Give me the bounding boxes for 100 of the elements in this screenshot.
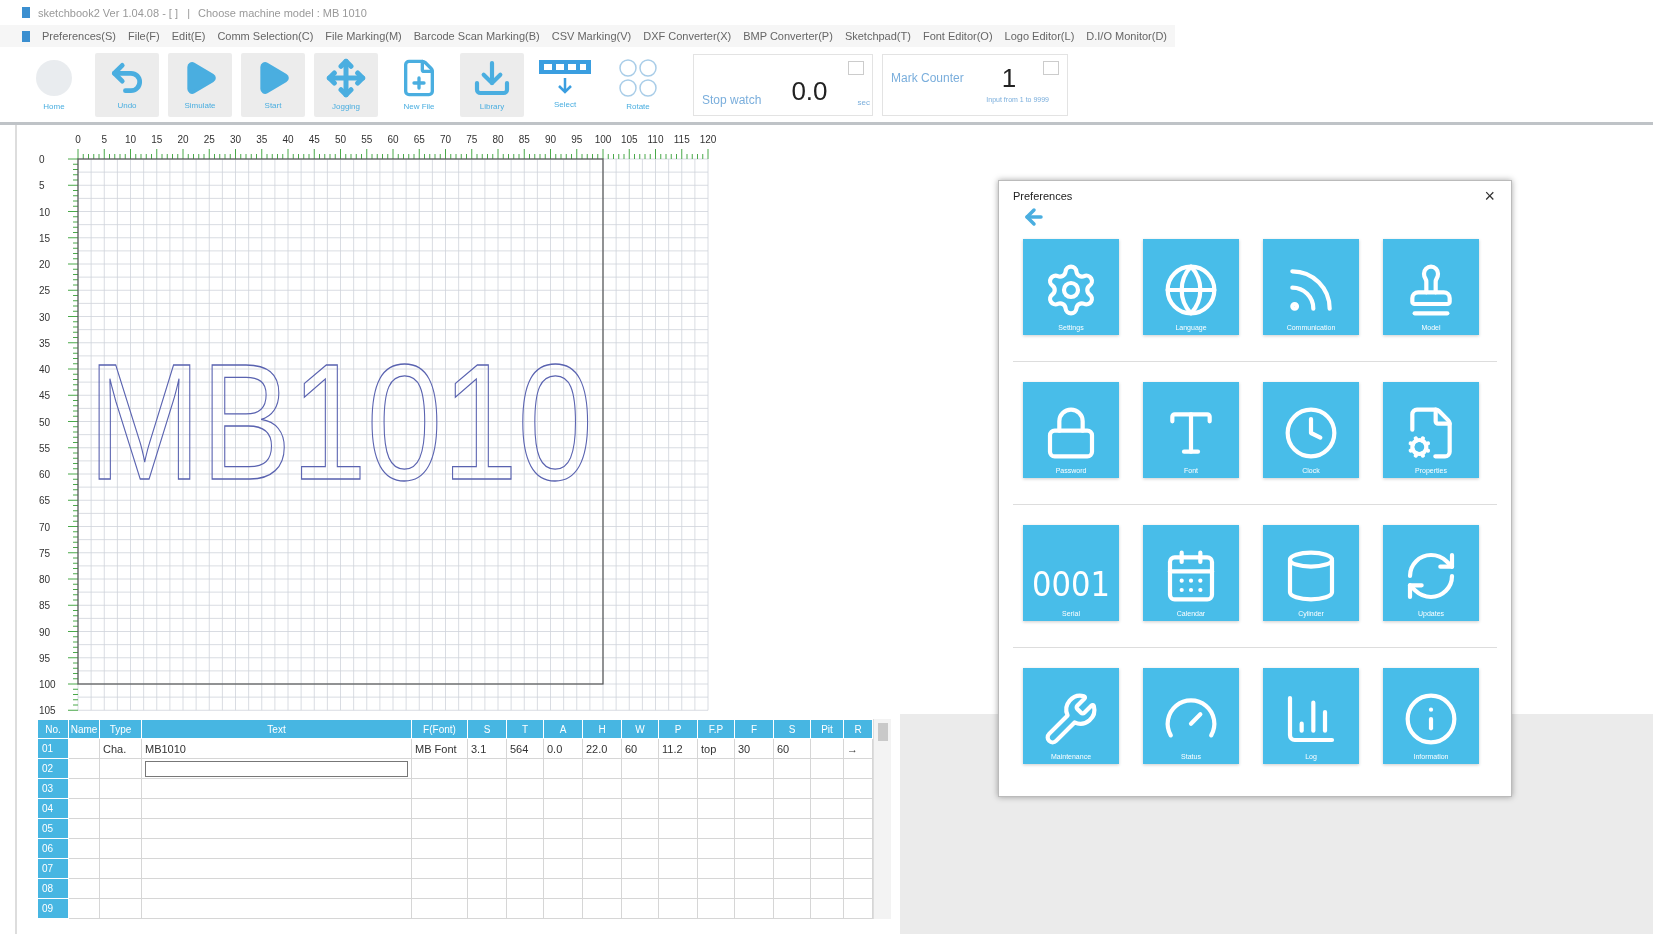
set-button[interactable]: [1043, 60, 1059, 75]
table-cell: →: [847, 742, 858, 755]
toolbar-button[interactable]: Jogging: [314, 52, 378, 117]
ruler-label: 55: [39, 442, 51, 454]
column-header: S: [467, 719, 507, 739]
ruler-label: 115: [673, 134, 690, 145]
ruler-label: 0: [75, 134, 81, 145]
ruler-label: 25: [39, 285, 51, 297]
stopwatch-unit: sec: [857, 97, 870, 107]
row-number: 08: [37, 878, 69, 899]
ruler-label: 5: [101, 134, 108, 145]
stopwatch-label: Stop watch: [702, 92, 762, 107]
menu-item[interactable]: Edit(E): [171, 30, 206, 42]
column-header: R: [843, 719, 873, 739]
app-icon: [22, 30, 30, 42]
column-header: W: [621, 719, 659, 739]
menu-item[interactable]: Preferences(S): [42, 30, 116, 42]
column-header: S: [773, 719, 811, 739]
ruler-label: 85: [39, 600, 51, 612]
menu-item[interactable]: CSV Marking(V): [551, 30, 632, 42]
menu-item[interactable]: D.I/O Monitor(D): [1086, 30, 1167, 42]
reset-button[interactable]: [848, 60, 864, 75]
tile-glyph: 0001: [1032, 564, 1110, 604]
column-header: P: [658, 719, 698, 739]
text-input-field[interactable]: [145, 760, 408, 777]
column-header: Name: [68, 719, 100, 739]
toolbar-button[interactable]: Undo: [95, 52, 159, 117]
table-cell: 3.1: [471, 742, 487, 755]
ruler-label: 10: [39, 206, 51, 218]
menu-item[interactable]: File Marking(M): [325, 30, 402, 42]
ruler-label: 40: [282, 134, 294, 145]
ruler-label: 90: [544, 134, 557, 145]
ruler-label: 20: [177, 134, 189, 145]
ruler-label: 110: [647, 134, 664, 145]
ruler-label: 95: [39, 652, 51, 664]
toolbar-button[interactable]: Start: [241, 52, 305, 117]
ruler-label: 50: [334, 134, 347, 145]
menu-item[interactable]: DXF Converter(X): [643, 30, 732, 42]
ruler-label: 40: [39, 364, 51, 375]
ruler-label: 90: [39, 626, 51, 638]
ruler-label: 15: [39, 232, 51, 244]
ruler-label: 80: [39, 574, 51, 585]
toolbar-button[interactable]: Rotate: [606, 52, 670, 117]
column-header: F.P: [697, 719, 735, 739]
column-header: F(Font): [411, 719, 468, 739]
table-cell: 11.2: [662, 742, 683, 755]
stopwatch-value: 0.0: [791, 75, 828, 107]
row-number: 01: [37, 738, 69, 759]
toolbar-button[interactable]: Select: [533, 52, 597, 117]
toolbar-button[interactable]: Home: [22, 52, 86, 117]
column-header: Text: [141, 719, 412, 739]
ruler-label: 30: [39, 311, 51, 323]
ruler-label: 95: [571, 134, 583, 145]
menu-item[interactable]: File(F): [128, 30, 160, 42]
ruler-label: 105: [620, 134, 638, 145]
dialog-title: Preferences: [1013, 190, 1073, 202]
ruler-label: 100: [39, 679, 56, 690]
scrollbar[interactable]: [873, 719, 891, 920]
table-cell: MB Font: [415, 742, 457, 755]
row-number: 04: [37, 798, 69, 819]
table-cell: MB1010: [145, 742, 186, 755]
row-number: 09: [37, 898, 69, 919]
ruler-label: 75: [39, 547, 51, 559]
ruler-label: 60: [387, 134, 399, 145]
menu-item[interactable]: Font Editor(O): [922, 30, 993, 42]
toolbar-button[interactable]: Simulate: [168, 52, 232, 117]
row-number: 03: [37, 778, 69, 799]
toolbar-button[interactable]: Library: [460, 52, 524, 117]
menu-item[interactable]: Logo Editor(L): [1004, 30, 1075, 42]
ruler-label: 105: [39, 705, 56, 717]
info-icon: [1403, 691, 1459, 747]
close-button[interactable]: ×: [1482, 187, 1497, 205]
menu-item[interactable]: Barcode Scan Marking(B): [413, 30, 540, 42]
table-cell: 22.0: [586, 742, 608, 755]
ruler-label: 35: [256, 134, 268, 145]
table-cell: Cha.: [103, 742, 127, 755]
ruler-label: 60: [39, 469, 51, 480]
menu-item[interactable]: Comm Selection(C): [217, 30, 314, 42]
ruler-label: 50: [39, 416, 51, 428]
ruler-label: 55: [361, 134, 373, 145]
row-number: 07: [37, 858, 69, 879]
menu-item[interactable]: BMP Converter(P): [743, 30, 833, 42]
table-cell: 0.0: [547, 742, 563, 755]
globe-icon: [1163, 262, 1219, 318]
table-cell: top: [701, 742, 717, 755]
column-header: No.: [37, 719, 69, 739]
column-header: F: [734, 719, 774, 739]
marking-text: MB1010: [88, 329, 707, 515]
ruler-label: 70: [39, 521, 51, 533]
move-icon: [326, 58, 366, 98]
ruler-label: 0: [39, 154, 45, 165]
download-icon: [472, 58, 512, 98]
ruler-label: 45: [308, 134, 320, 145]
counter-value: 1: [1001, 62, 1017, 94]
ruler-label: 120: [699, 134, 717, 145]
menu-item[interactable]: Sketchpad(T): [844, 30, 911, 42]
toolbar-button[interactable]: New File: [387, 52, 451, 117]
ruler-label: 80: [492, 134, 504, 145]
column-header: Type: [99, 719, 142, 739]
clock-icon: [1283, 405, 1339, 461]
